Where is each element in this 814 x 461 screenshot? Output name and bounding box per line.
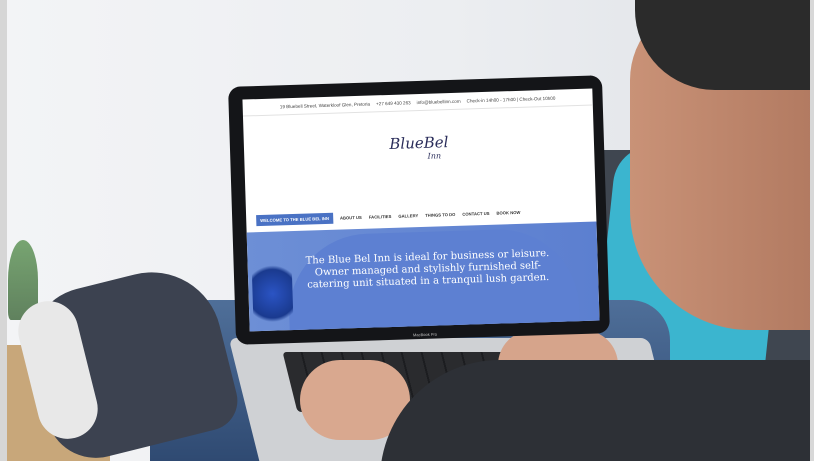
phone-text[interactable]: +27 649 430 263 [376,100,411,106]
bluebell-flower-image [251,258,294,330]
hours-text: Check-in 14h00 - 17h00 | Check-Out 10h00 [466,95,556,104]
site-logo[interactable]: BlueBel Inn [244,129,595,167]
person-shoulder [380,360,814,461]
nav-item-things-to-do[interactable]: THINGS TO DO [425,211,455,217]
left-border [0,0,7,461]
nav-item-book-now[interactable]: BOOK NOW [496,209,520,215]
nav-item-about[interactable]: ABOUT US [340,214,362,220]
laptop-screen: 19 Bluebell Street, Waterkloof Glen, Pre… [242,88,600,332]
nav-item-contact[interactable]: CONTACT US [462,210,489,216]
nav-item-facilities[interactable]: FACILITIES [369,213,392,219]
photo-scene: 19 Bluebell Street, Waterkloof Glen, Pre… [0,0,814,461]
nav-item-gallery[interactable]: GALLERY [398,213,418,219]
email-link[interactable]: info@bluebellinn.com [417,98,461,104]
nav-item-welcome[interactable]: WELCOME TO THE BLUE BEL INN [256,212,334,226]
right-border [810,0,814,461]
address-text: 19 Bluebell Street, Waterkloof Glen, Pre… [279,101,371,109]
